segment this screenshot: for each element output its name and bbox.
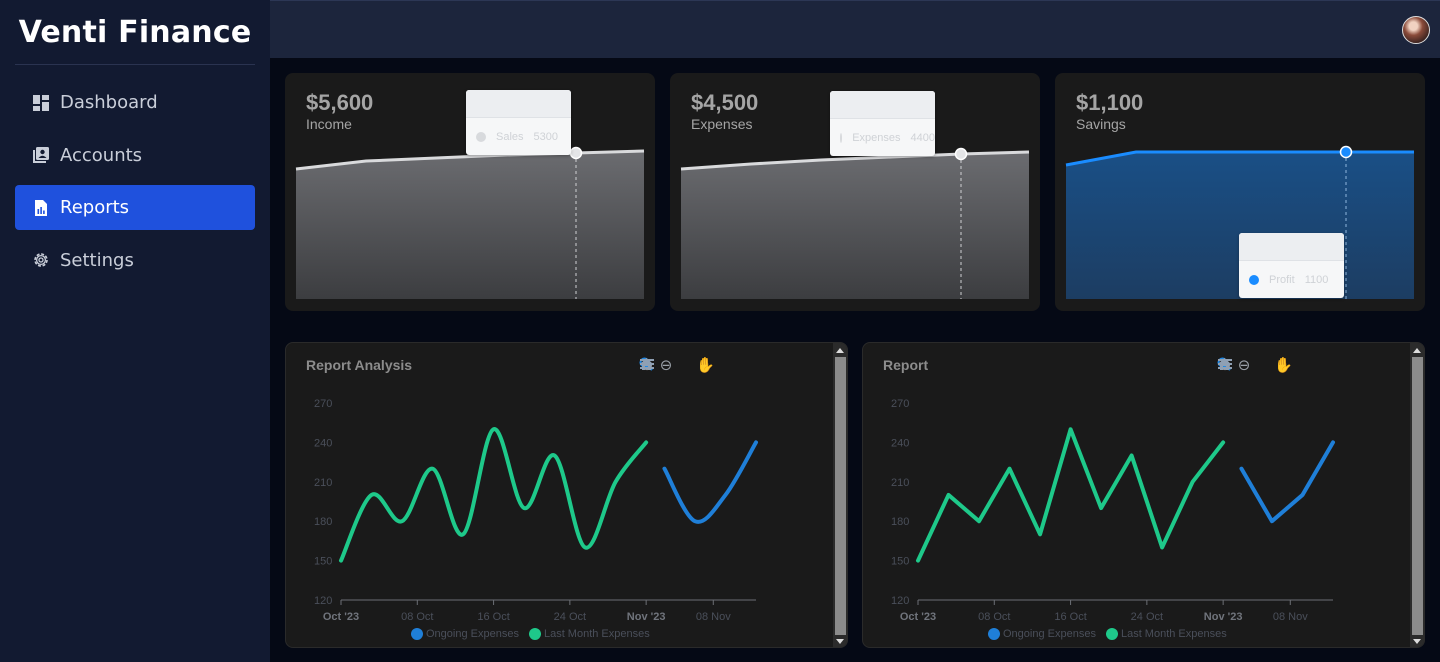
x-tick-label: 16 Oct <box>1054 611 1086 623</box>
scroll-thumb[interactable] <box>1412 357 1423 635</box>
scroll-down-icon[interactable] <box>1413 639 1421 644</box>
pan-icon[interactable]: ✋ <box>1274 357 1293 373</box>
stat-card-expenses: $4,500 Expenses Expenses 4400 <box>670 73 1040 311</box>
y-tick-label: 270 <box>314 398 332 410</box>
y-tick-label: 120 <box>314 595 332 607</box>
sidebar-item-accounts[interactable]: Accounts <box>15 133 255 178</box>
tooltip-series: Expenses <box>852 131 901 144</box>
tooltip-marker <box>840 132 843 143</box>
x-tick-label: Nov '23 <box>627 611 666 623</box>
y-tick-label: 180 <box>891 516 909 528</box>
series-line-last-month <box>339 427 649 563</box>
home-icon[interactable] <box>1218 357 1309 373</box>
series-line-ongoing <box>662 440 758 524</box>
chart-tooltip: Expenses 4400 <box>830 91 935 156</box>
y-tick-label: 210 <box>891 477 909 489</box>
gear-icon <box>32 251 50 269</box>
stat-label: Expenses <box>691 116 753 132</box>
chart-tooltip: Profit 1100 <box>1239 233 1344 298</box>
tooltip-marker <box>1249 274 1259 285</box>
zoom-out-icon[interactable]: ⊖ <box>1236 357 1252 373</box>
tooltip-marker <box>476 131 486 142</box>
scrollbar[interactable] <box>833 343 847 647</box>
report-title: Report Analysis <box>306 357 413 373</box>
scroll-thumb[interactable] <box>835 357 846 635</box>
sidebar: Venti Finance Dashboard Accounts Reports… <box>0 0 270 662</box>
legend-item-last-month[interactable]: Last Month Expenses <box>528 628 650 640</box>
tooltip-series: Sales <box>496 130 524 143</box>
stat-label: Income <box>306 116 352 132</box>
scroll-up-icon[interactable] <box>836 348 844 353</box>
x-tick-label: 08 Nov <box>1273 611 1308 623</box>
report-chart: 120 150 180 210 240 270 Oct '23 08 Oct 16 Oct 24 … <box>891 398 1335 623</box>
y-tick-label: 240 <box>891 437 909 449</box>
sidebar-item-settings[interactable]: Settings <box>15 238 255 283</box>
x-tick-label: Oct '23 <box>323 611 359 623</box>
brand-title: Venti Finance <box>15 0 255 65</box>
report-icon <box>32 199 50 217</box>
legend-item-last-month[interactable]: Last Month Expenses <box>1105 628 1227 640</box>
pan-icon[interactable]: ✋ <box>696 357 715 373</box>
sidebar-item-label: Reports <box>60 197 130 218</box>
sidebar-item-label: Settings <box>60 249 134 271</box>
y-tick-label: 180 <box>314 516 332 528</box>
sidebar-item-label: Accounts <box>60 144 143 166</box>
top-header <box>270 0 1440 58</box>
accounts-icon <box>32 146 50 164</box>
scroll-down-icon[interactable] <box>836 639 844 644</box>
scrollbar[interactable] <box>1410 343 1424 647</box>
sidebar-item-reports[interactable]: Reports <box>15 185 255 230</box>
y-tick-label: 150 <box>314 556 332 568</box>
y-tick-label: 150 <box>891 556 909 568</box>
tooltip-series: Profit <box>1269 273 1295 286</box>
stat-card-savings: $1,100 Savings Profit 1100 <box>1055 73 1425 311</box>
tooltip-value: 4400 <box>910 131 935 144</box>
report-analysis-chart: 120 150 180 210 240 270 Oct '23 08 Oct 16 Oct 24 … <box>314 398 758 623</box>
x-tick-label: 08 Oct <box>978 611 1010 623</box>
chart-toolbar: ⊕ ⊖ ✋ <box>1217 357 1328 373</box>
x-tick-label: Nov '23 <box>1204 611 1243 623</box>
stat-label: Savings <box>1076 116 1126 132</box>
y-tick-label: 270 <box>891 398 909 410</box>
x-tick-label: 16 Oct <box>477 611 509 623</box>
chart-legend: Ongoing Expenses Last Month Expenses <box>411 628 650 640</box>
scroll-up-icon[interactable] <box>1413 348 1421 353</box>
chart-tooltip: Sales 5300 <box>466 90 571 155</box>
menu-icon[interactable] <box>640 357 750 373</box>
report-title: Report <box>883 357 929 373</box>
sidebar-nav: Dashboard Accounts Reports Settings <box>15 80 255 290</box>
tooltip-value: 5300 <box>533 130 559 143</box>
sidebar-item-label: Dashboard <box>60 92 158 113</box>
dashboard-icon <box>32 94 50 112</box>
zoom-out-icon[interactable]: ⊖ <box>658 357 674 373</box>
zoom-icon[interactable] <box>1217 357 1271 373</box>
y-tick-label: 240 <box>314 437 332 449</box>
stat-card-income: $5,600 Income Sales 5300 <box>285 73 655 311</box>
sidebar-item-dashboard[interactable]: Dashboard <box>15 80 255 125</box>
series-line-ongoing <box>1239 440 1335 524</box>
stat-amount: $4,500 <box>691 90 759 115</box>
zoom-icon[interactable] <box>639 357 693 373</box>
report-analysis-card: 120 150 180 210 240 270 Oct '23 08 Oct 16 Oct 24 … <box>285 342 848 648</box>
x-tick-label: 08 Nov <box>696 611 731 623</box>
tooltip-value: 1100 <box>1304 273 1329 286</box>
avatar[interactable] <box>1402 16 1430 44</box>
x-tick-label: 24 Oct <box>1131 611 1163 623</box>
series-line-last-month <box>916 427 1226 563</box>
y-tick-label: 210 <box>314 477 332 489</box>
legend-item-ongoing[interactable]: Ongoing Expenses <box>411 628 519 640</box>
menu-icon[interactable] <box>1218 357 1328 373</box>
home-icon[interactable] <box>640 357 731 373</box>
chart-toolbar: ⊕ ⊖ ✋ <box>639 357 750 373</box>
chart-legend: Ongoing Expenses Last Month Expenses <box>988 628 1227 640</box>
x-tick-label: 24 Oct <box>554 611 586 623</box>
report-card: 120 150 180 210 240 270 Oct '23 08 Oct 16 Oct 24 … <box>862 342 1425 648</box>
legend-item-ongoing[interactable]: Ongoing Expenses <box>988 628 1096 640</box>
x-tick-label: 08 Oct <box>401 611 433 623</box>
stat-amount: $5,600 <box>306 90 374 115</box>
stat-amount: $1,100 <box>1076 90 1144 115</box>
x-tick-label: Oct '23 <box>900 611 936 623</box>
y-tick-label: 120 <box>891 595 909 607</box>
